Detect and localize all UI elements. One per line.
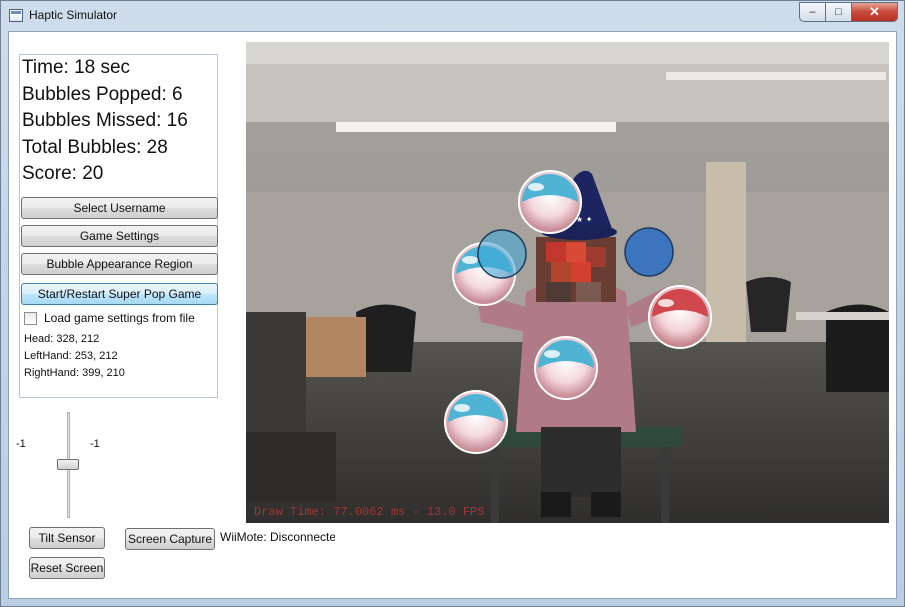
app-window-icon [9,9,23,22]
cardboard-box [306,317,366,377]
bench-leg-left [491,447,499,523]
camera-scene: ★ ☾ ★ ✦ [246,42,889,523]
maximize-button[interactable]: □ [826,2,852,22]
bubble-aqua-top[interactable] [518,170,582,234]
bubble-region-button[interactable]: Bubble Appearance Region [21,253,218,275]
bench-leg-right [661,447,669,523]
light-fixture-2 [666,72,886,80]
bubbles-popped-readout: Bubbles Popped: 6 [22,84,183,105]
camera-view[interactable]: ★ ☾ ★ ✦ [246,42,889,523]
bubble-red-right[interactable] [648,285,712,349]
time-readout: Time: 18 sec [22,57,131,78]
cabinet-left [246,312,306,452]
load-settings-checkbox[interactable] [24,311,37,325]
tilt-slider-value-label: -1 [90,438,100,450]
person-shoe-right [591,492,621,517]
window-title: Haptic Simulator [29,8,118,22]
load-settings-option[interactable]: Load game settings from file [24,310,195,326]
reset-screen-button[interactable]: Reset Screen [29,557,105,579]
left-hand-coordinates: LeftHand: 253, 212 [24,350,118,362]
title-bar[interactable]: Haptic Simulator – □ ✕ [1,1,904,31]
screen-capture-button[interactable]: Screen Capture [125,528,215,550]
bubble-aqua-bottom[interactable] [444,390,508,454]
select-username-button[interactable]: Select Username [21,197,218,219]
desk-right [796,312,889,320]
total-bubbles-readout: Total Bubbles: 28 [22,137,168,158]
wiimote-status: WiiMote: Disconnected [220,530,335,544]
client-area: Time: 18 sec Bubbles Popped: 6 Bubbles M… [8,31,897,599]
right-hand-marker [624,227,674,277]
light-fixture [336,122,616,132]
left-hand-marker [477,229,527,279]
ceiling-beam [246,42,889,64]
bubble-aqua-center[interactable] [534,336,598,400]
load-settings-label: Load game settings from file [44,311,195,325]
person-shoe-left [541,492,571,517]
app-window: Haptic Simulator – □ ✕ Time: 18 sec Bubb… [0,0,905,607]
stats-panel: Time: 18 sec Bubbles Popped: 6 Bubbles M… [19,54,218,398]
minimize-button[interactable]: – [799,2,826,22]
head-coordinates: Head: 328, 212 [24,333,100,345]
equipment-case [246,432,336,502]
score-readout: Score: 20 [22,163,104,184]
start-game-button[interactable]: Start/Restart Super Pop Game [21,283,218,305]
person-legs [541,427,621,497]
game-settings-button[interactable]: Game Settings [21,225,218,247]
tilt-slider-min-label: -1 [16,438,26,450]
tilt-sensor-button[interactable]: Tilt Sensor [29,527,105,549]
tilt-slider-thumb[interactable] [57,459,79,470]
office-chair-right [746,277,791,332]
fps-overlay: Draw Time: 77.0062 ms - 13.0 FPS [254,505,485,519]
window-controls: – □ ✕ [799,2,898,22]
pixelated-face [536,237,616,302]
right-hand-coordinates: RightHand: 399, 210 [24,367,125,379]
close-button[interactable]: ✕ [852,2,898,22]
bubbles-missed-readout: Bubbles Missed: 16 [22,110,188,131]
